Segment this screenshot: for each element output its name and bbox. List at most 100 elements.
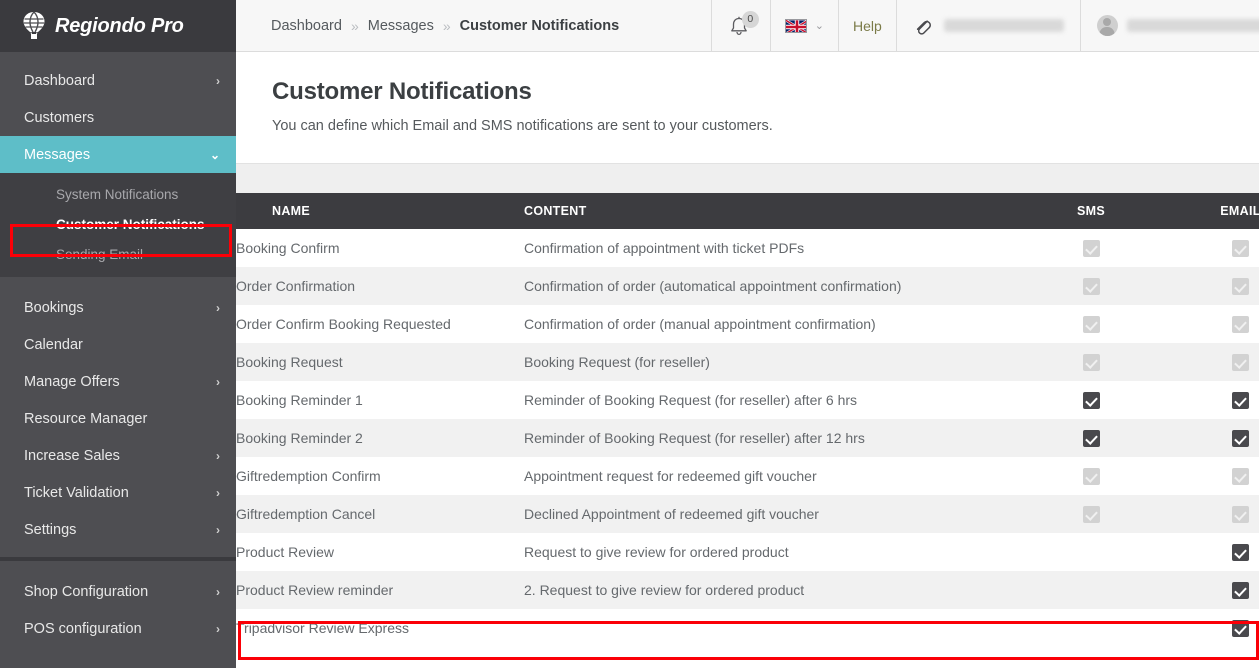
sms-cell[interactable]	[1016, 229, 1166, 267]
email-cell[interactable]	[1166, 495, 1259, 533]
email-checkbox[interactable]	[1232, 543, 1249, 561]
sms-cell[interactable]	[1016, 457, 1166, 495]
sidebar-submenu-messages: System Notifications Customer Notificati…	[0, 173, 236, 277]
chevron-down-icon: ⌄	[814, 20, 824, 32]
cell-content: Confirmation of order (automatical appoi…	[524, 278, 902, 294]
notifications-button[interactable]: 0	[710, 0, 770, 51]
sms-cell	[1016, 533, 1166, 571]
brand-name: Regiondo Pro	[55, 14, 184, 37]
table-row[interactable]: Booking Reminder 1 Reminder of Booking Re…	[236, 381, 1259, 419]
email-checkbox[interactable]	[1232, 619, 1249, 637]
sms-checkbox[interactable]	[1082, 391, 1100, 409]
sms-cell[interactable]	[1016, 267, 1166, 305]
cell-content: Confirmation of appointment with ticket …	[524, 240, 805, 256]
sms-cell	[1016, 571, 1166, 609]
sidebar-item-label: Dashboard	[24, 72, 95, 89]
sidebar-item-customers[interactable]: Customers	[0, 99, 236, 136]
email-cell[interactable]	[1166, 343, 1259, 381]
table-row[interactable]: Booking Reminder 2 Reminder of Booking Re…	[236, 419, 1259, 457]
table-row[interactable]: Booking Confirm Confirmation of appointme…	[236, 229, 1259, 267]
sidebar-secondary-nav: Bookings › Calendar Manage Offers › Reso…	[0, 277, 236, 548]
cell-name: Booking Reminder 1	[236, 392, 363, 408]
breadcrumb-item-messages[interactable]: Messages	[368, 18, 434, 34]
email-checkbox	[1232, 277, 1249, 295]
sidebar-item-dashboard[interactable]: Dashboard ›	[0, 62, 236, 99]
cell-content: Reminder of Booking Request (for reselle…	[524, 392, 858, 408]
uk-flag-icon	[784, 18, 807, 33]
sidebar-item-calendar[interactable]: Calendar	[0, 326, 236, 363]
table-row[interactable]: Product Review reminder 2. Request to giv…	[236, 571, 1259, 609]
sidebar-item-label: Shop Configuration	[24, 583, 149, 600]
notifications-badge: 0	[741, 10, 759, 28]
table-row[interactable]: Order Confirm Booking Requested Confirmat…	[236, 305, 1259, 343]
cell-content: Appointment request for redeemed gift vo…	[524, 468, 817, 484]
cell-name: Order Confirmation	[236, 278, 356, 294]
user-menu[interactable]: ⌄	[1079, 0, 1259, 51]
sms-cell[interactable]	[1016, 495, 1166, 533]
language-selector[interactable]: ⌄	[769, 0, 838, 51]
sidebar-item-label: Settings	[24, 521, 77, 538]
shop-selector[interactable]	[895, 0, 1080, 51]
sidebar-item-increase-sales[interactable]: Increase Sales ›	[0, 437, 236, 474]
column-header-content: CONTENT	[524, 193, 1016, 229]
email-cell[interactable]	[1166, 229, 1259, 267]
sidebar-item-label: Customers	[24, 109, 95, 126]
table-row[interactable]: Order Confirmation Confirmation of order …	[236, 267, 1259, 305]
email-cell[interactable]	[1166, 381, 1259, 419]
sidebar-item-customer-notifications[interactable]: Customer Notifications	[0, 209, 236, 239]
breadcrumb-item-dashboard[interactable]: Dashboard	[271, 18, 342, 34]
table-row[interactable]: Product Review Request to give review for…	[236, 533, 1259, 571]
table-row[interactable]: Giftredemption Cancel Declined Appointmen…	[236, 495, 1259, 533]
sms-cell[interactable]	[1016, 381, 1166, 419]
table-header: NAME CONTENT SMS EMAIL	[236, 193, 1259, 229]
sidebar-item-manage-offers[interactable]: Manage Offers ›	[0, 363, 236, 400]
chevron-right-icon: ›	[216, 621, 220, 636]
sidebar-item-label: Messages	[24, 146, 91, 163]
email-cell[interactable]	[1166, 609, 1259, 647]
sms-cell[interactable]	[1016, 419, 1166, 457]
email-cell[interactable]	[1166, 571, 1259, 609]
email-cell[interactable]	[1166, 533, 1259, 571]
sms-cell[interactable]	[1016, 343, 1166, 381]
sms-cell	[1016, 609, 1166, 647]
table-row[interactable]: Booking Request Booking Request (for rese…	[236, 343, 1259, 381]
email-cell[interactable]	[1166, 267, 1259, 305]
brand-logo[interactable]: Regiondo Pro	[0, 0, 236, 52]
help-button[interactable]: Help	[837, 0, 896, 51]
chevron-right-icon: ›	[216, 73, 220, 88]
sidebar-item-pos-configuration[interactable]: POS configuration ›	[0, 610, 236, 647]
cell-name: Product Review	[236, 544, 335, 560]
sidebar-item-label: POS configuration	[24, 620, 142, 637]
email-cell[interactable]	[1166, 457, 1259, 495]
cell-name: Tripadvisor Review Express	[236, 620, 409, 636]
sidebar-item-label: Increase Sales	[24, 447, 120, 464]
page-header: Customer Notifications You can define wh…	[236, 52, 1259, 134]
cell-content: Reminder of Booking Request (for reselle…	[524, 430, 865, 446]
email-cell[interactable]	[1166, 419, 1259, 457]
sms-checkbox	[1082, 277, 1100, 295]
table-row[interactable]: Giftredemption Confirm Appointment reques…	[236, 457, 1259, 495]
sidebar-item-resource-manager[interactable]: Resource Manager	[0, 400, 236, 437]
email-cell[interactable]	[1166, 305, 1259, 343]
chevron-down-icon: ⌄	[209, 147, 220, 162]
sidebar-item-system-notifications[interactable]: System Notifications	[0, 179, 236, 209]
sidebar-item-messages[interactable]: Messages ⌄	[0, 136, 236, 173]
cell-content: Confirmation of order (manual appointmen…	[524, 316, 876, 332]
sms-checkbox[interactable]	[1082, 429, 1100, 447]
page-subtitle: You can define which Email and SMS notif…	[272, 118, 773, 134]
email-checkbox[interactable]	[1232, 429, 1249, 447]
sidebar-item-label: Bookings	[24, 299, 84, 316]
sidebar-item-bookings[interactable]: Bookings ›	[0, 289, 236, 326]
sms-cell[interactable]	[1016, 305, 1166, 343]
table-row[interactable]: Tripadvisor Review Express	[236, 609, 1259, 647]
sidebar-item-sending-email[interactable]: Sending Email	[0, 239, 236, 269]
sidebar-item-ticket-validation[interactable]: Ticket Validation ›	[0, 474, 236, 511]
breadcrumb-separator: »	[350, 17, 359, 34]
sidebar-tertiary-nav: Shop Configuration › POS configuration ›	[0, 561, 236, 647]
sidebar-item-label: Resource Manager	[24, 410, 148, 427]
email-checkbox[interactable]	[1232, 581, 1249, 599]
sidebar-item-settings[interactable]: Settings ›	[0, 511, 236, 548]
email-checkbox[interactable]	[1232, 391, 1249, 409]
sidebar-item-shop-configuration[interactable]: Shop Configuration ›	[0, 573, 236, 610]
cell-name: Giftredemption Confirm	[236, 468, 381, 484]
